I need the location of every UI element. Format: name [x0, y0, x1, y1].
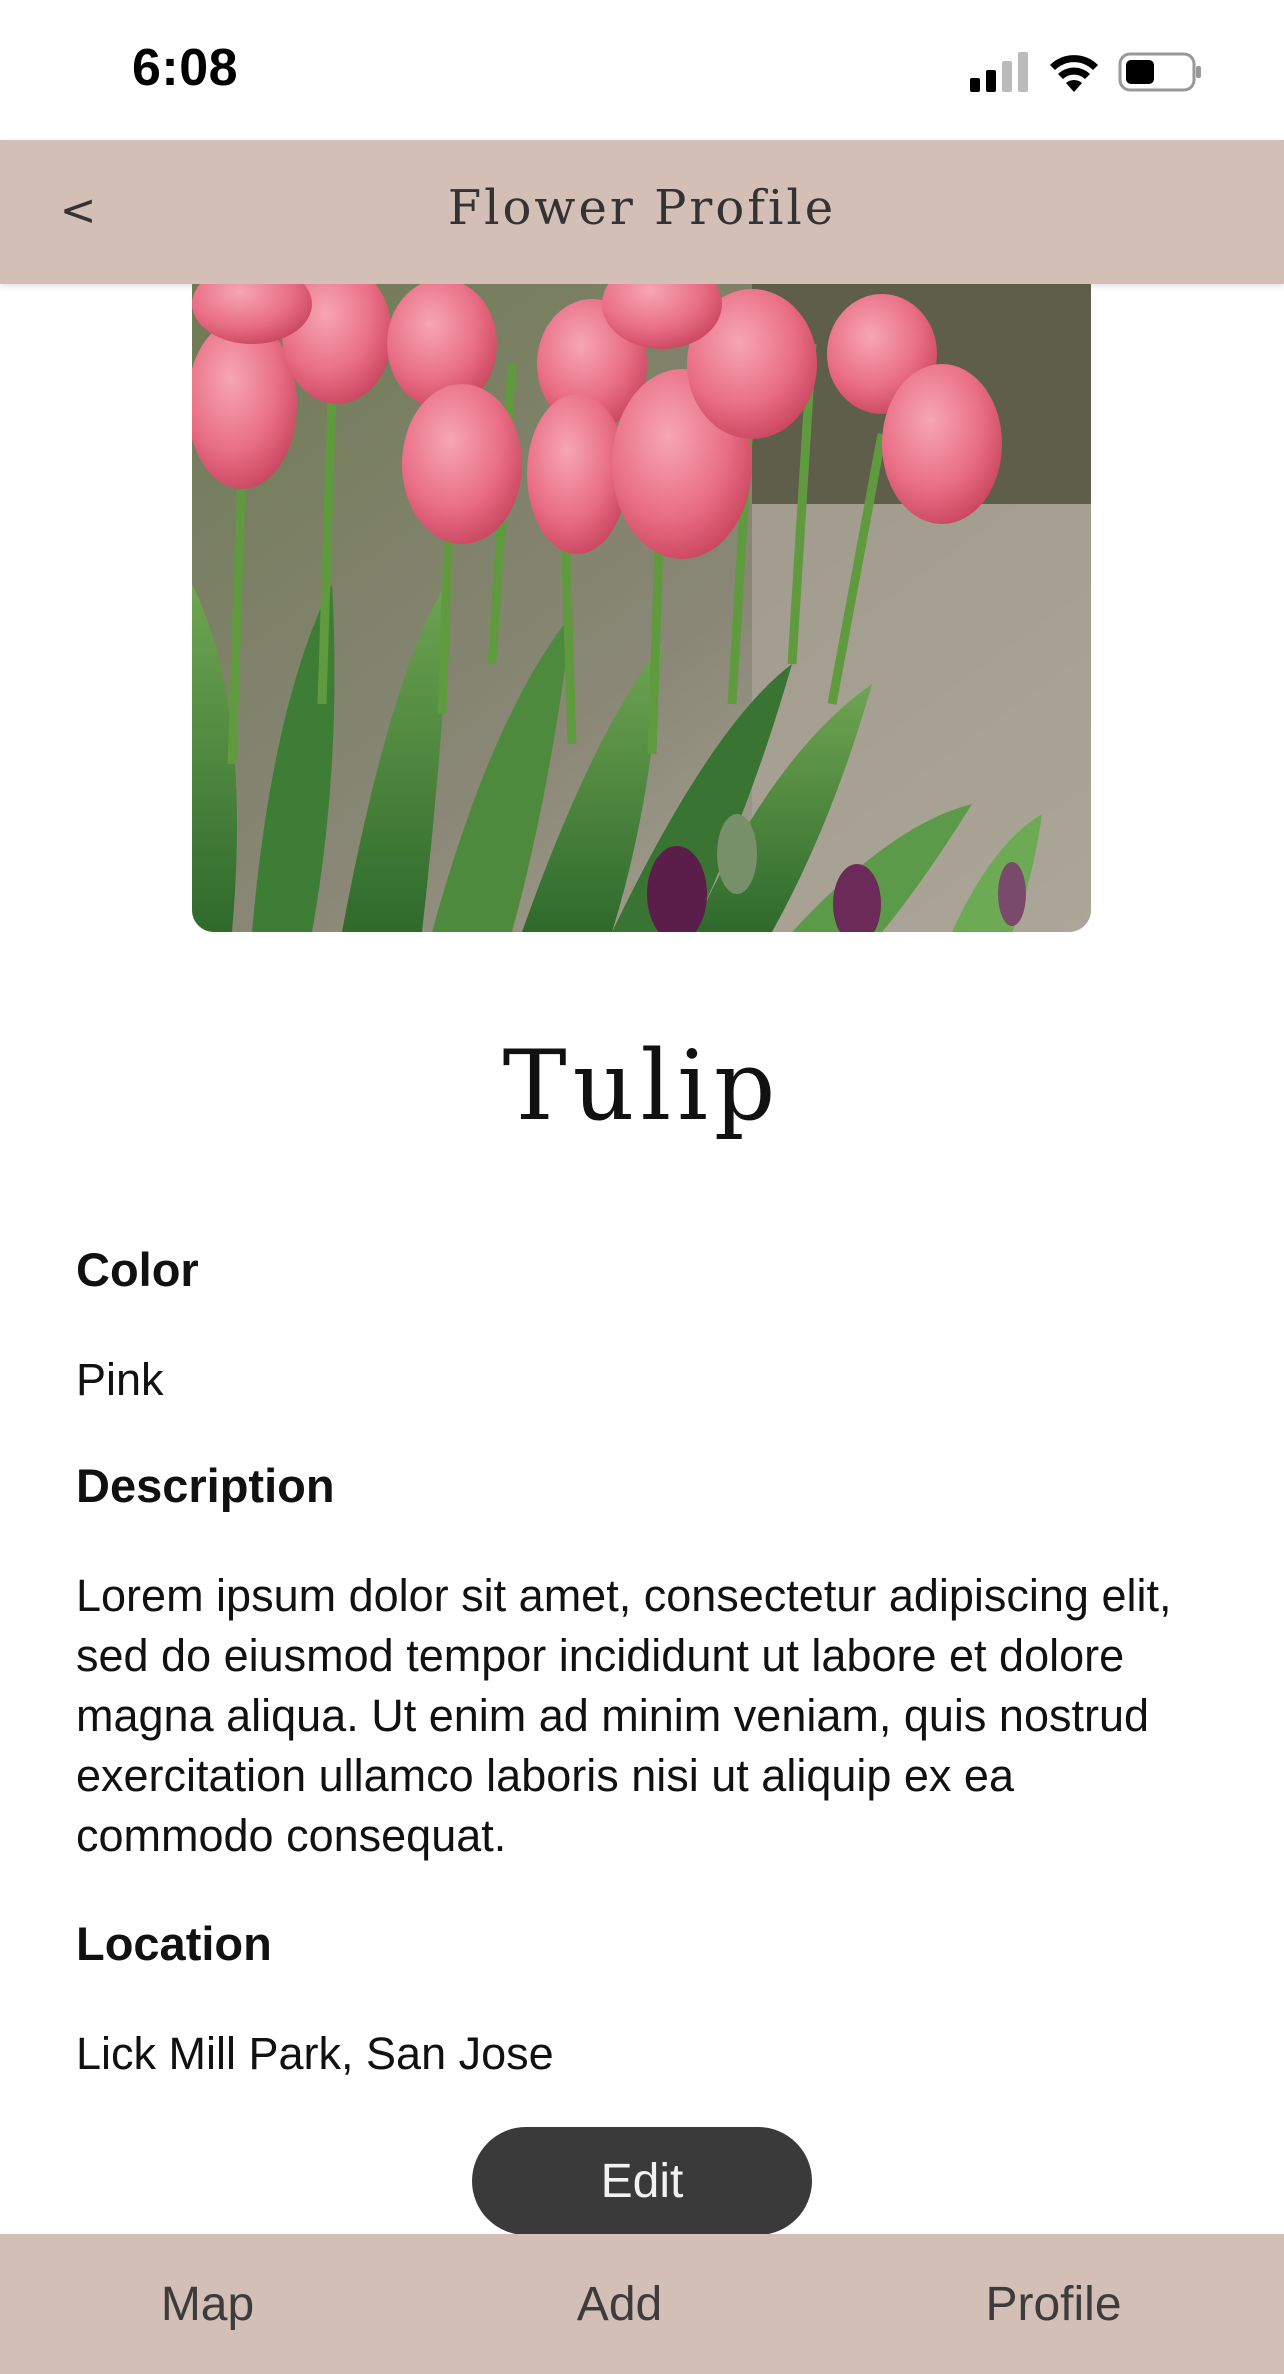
battery-icon — [1118, 52, 1201, 92]
edit-button[interactable]: Edit — [472, 2127, 812, 2235]
flower-name-heading: Tulip — [502, 1030, 782, 1142]
description-value: Lorem ipsum dolor sit amet, consectetur … — [76, 1570, 1172, 1861]
location-label: Location — [76, 1917, 272, 1970]
wifi-icon — [1050, 55, 1098, 92]
color-label: Color — [76, 1243, 199, 1296]
cellular-signal-icon — [970, 52, 1028, 92]
status-icons — [970, 50, 1202, 94]
location-value: Lick Mill Park, San Jose — [76, 2028, 554, 2079]
top-nav-bar: < Flower Profile — [0, 140, 1284, 284]
bottom-nav-bar: Map Add Profile — [0, 2234, 1284, 2374]
nav-item-profile[interactable]: Profile — [946, 2234, 1161, 2374]
nav-item-add[interactable]: Add — [512, 2234, 727, 2374]
nav-item-map[interactable]: Map — [100, 2234, 315, 2374]
status-bar: 6:08 — [0, 0, 1284, 140]
description-label: Description — [76, 1459, 335, 1512]
page-title: Flower Profile — [447, 180, 837, 236]
color-value: Pink — [76, 1354, 164, 1405]
flower-photo — [192, 284, 1091, 932]
status-time: 6:08 — [132, 39, 239, 97]
